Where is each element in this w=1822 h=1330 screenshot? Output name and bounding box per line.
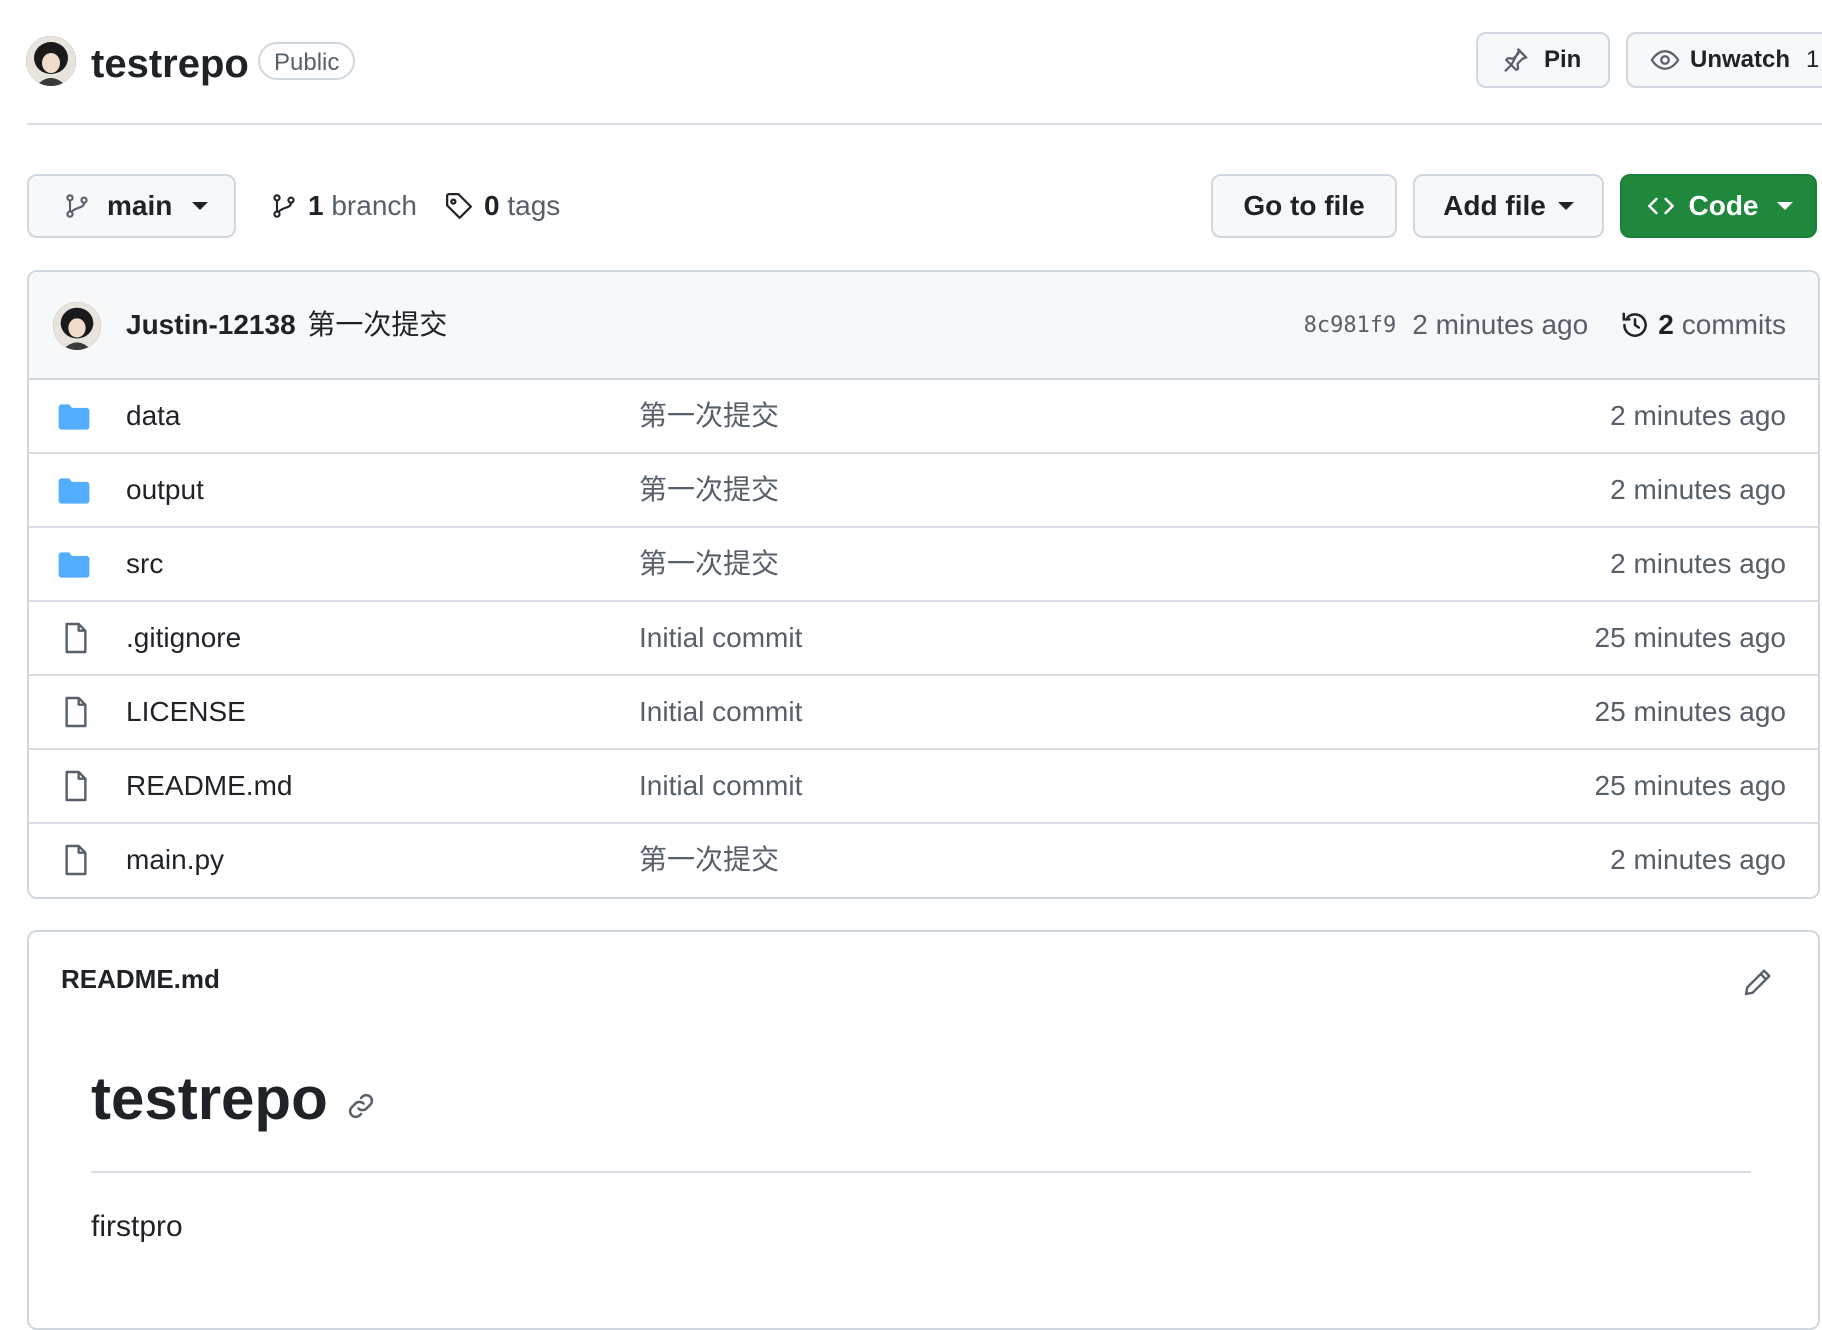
commit-age: 2 minutes ago [1412,309,1589,340]
watch-count: 1 [1806,46,1820,73]
commit-word: commits [1681,309,1786,340]
tag-count: 0 [484,190,500,221]
readme-body: firstpro [91,1210,183,1243]
pencil-icon [1742,966,1774,998]
pin-icon [1500,45,1530,75]
repo-title[interactable]: testrepo [91,36,249,92]
file-icon [61,696,91,728]
tag-icon [444,191,474,221]
file-name[interactable]: main.py [126,824,224,896]
readme-box: README.md testrepo firstpro [27,930,1820,1330]
commit-sha[interactable]: 8c981f9 [1304,313,1397,338]
file-name[interactable]: data [126,380,181,452]
branch-name: main [107,190,173,221]
visibility-badge: Public [258,42,356,80]
file-commit-message[interactable]: Initial commit [639,676,802,748]
file-age: 2 minutes ago [1610,474,1786,505]
edit-readme-button[interactable] [1742,966,1774,998]
file-name[interactable]: README.md [126,750,292,822]
readme-filename[interactable]: README.md [61,964,220,995]
file-commit-message[interactable]: 第一次提交 [639,380,779,452]
file-row[interactable]: README.md Initial commit 25 minutes ago [29,750,1818,824]
git-branch-icon [270,191,298,221]
file-age: 2 minutes ago [1610,400,1786,431]
tags-link[interactable]: 0 tags [444,186,560,226]
file-commit-message[interactable]: Initial commit [639,602,802,674]
history-icon [1620,310,1650,340]
file-age: 25 minutes ago [1594,770,1786,801]
file-browser: Justin-12138 第一次提交 8c981f9 2 minutes ago… [27,270,1820,899]
code-icon [1645,192,1677,220]
file-commit-message[interactable]: Initial commit [639,750,802,822]
unwatch-button[interactable]: Unwatch 1 [1626,32,1822,88]
file-name[interactable]: output [126,454,204,526]
header-divider [27,123,1822,125]
chevron-down-icon [1557,202,1574,210]
code-label: Code [1688,190,1759,221]
file-icon [61,622,91,654]
commits-link[interactable]: 2 commits [1620,309,1786,341]
file-age: 2 minutes ago [1610,844,1786,875]
unwatch-label: Unwatch [1690,46,1791,73]
file-name[interactable]: src [126,528,163,600]
commit-count: 2 [1658,309,1674,340]
git-branch-icon [63,191,91,221]
file-row[interactable]: main.py 第一次提交 2 minutes ago [29,824,1818,897]
readme-heading-divider [91,1171,1751,1173]
repo-owner-avatar[interactable] [26,36,76,86]
chevron-down-icon [192,202,209,210]
file-age: 2 minutes ago [1610,548,1786,579]
file-icon [61,844,91,876]
commit-author[interactable]: Justin-12138 [126,309,296,340]
latest-commit-bar: Justin-12138 第一次提交 8c981f9 2 minutes ago… [29,272,1818,380]
file-row[interactable]: .gitignore Initial commit 25 minutes ago [29,602,1818,676]
eye-icon [1650,45,1680,75]
file-commit-message[interactable]: 第一次提交 [639,454,779,526]
add-file-button[interactable]: Add file [1413,174,1604,238]
file-age: 25 minutes ago [1594,622,1786,653]
chevron-down-icon [1776,202,1793,210]
folder-icon [57,403,91,431]
file-commit-message[interactable]: 第一次提交 [639,528,779,600]
tag-word: tags [507,190,561,221]
anchor-link-icon[interactable] [346,1091,376,1121]
code-button[interactable]: Code [1620,174,1817,238]
file-icon [61,770,91,802]
commit-author-avatar[interactable] [53,302,101,350]
folder-icon [57,551,91,579]
file-age: 25 minutes ago [1594,696,1786,727]
file-name[interactable]: .gitignore [126,602,241,674]
folder-icon [57,477,91,505]
add-file-label: Add file [1443,190,1546,221]
branches-link[interactable]: 1 branch [270,186,417,226]
pin-label: Pin [1544,46,1582,73]
branch-count: 1 [308,190,324,221]
file-row[interactable]: src 第一次提交 2 minutes ago [29,528,1818,602]
file-row[interactable]: data 第一次提交 2 minutes ago [29,380,1818,454]
file-commit-message[interactable]: 第一次提交 [639,824,779,896]
go-to-file-label: Go to file [1243,190,1365,221]
go-to-file-button[interactable]: Go to file [1211,174,1397,238]
branch-word: branch [331,190,417,221]
pin-button[interactable]: Pin [1476,32,1610,88]
file-name[interactable]: LICENSE [126,676,246,748]
readme-heading: testrepo [91,1065,328,1132]
commit-message[interactable]: 第一次提交 [307,309,447,340]
branch-selector[interactable]: main [27,174,236,238]
file-row[interactable]: output 第一次提交 2 minutes ago [29,454,1818,528]
file-row[interactable]: LICENSE Initial commit 25 minutes ago [29,676,1818,750]
